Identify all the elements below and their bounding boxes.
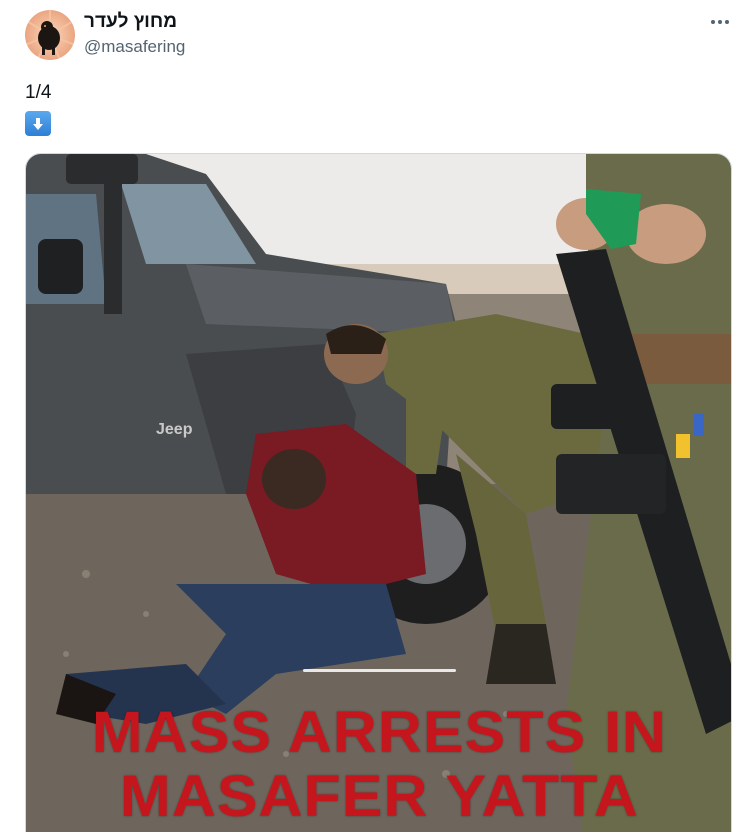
media-pagination-indicator	[303, 669, 456, 672]
jeep-badge: Jeep	[156, 421, 193, 438]
more-options-icon[interactable]	[708, 10, 732, 34]
author-avatar[interactable]	[25, 10, 75, 60]
down-arrow-emoji-icon	[25, 111, 51, 136]
headline-line-2: MASAFER YATTA	[120, 764, 639, 829]
author-handle[interactable]: @masafering	[84, 37, 185, 57]
black-sheep-icon	[25, 10, 75, 60]
tweet-text: 1/4	[25, 82, 52, 103]
tweet: מחוץ לעדר @masafering 1/4 Jeep MASS ARRE…	[0, 0, 742, 832]
author-display-name[interactable]: מחוץ לעדר	[84, 11, 177, 33]
tweet-media-image[interactable]: Jeep MASS ARRESTS IN MASAFER YATTA	[25, 153, 732, 832]
headline-line-1: MASS ARRESTS IN	[91, 700, 668, 765]
